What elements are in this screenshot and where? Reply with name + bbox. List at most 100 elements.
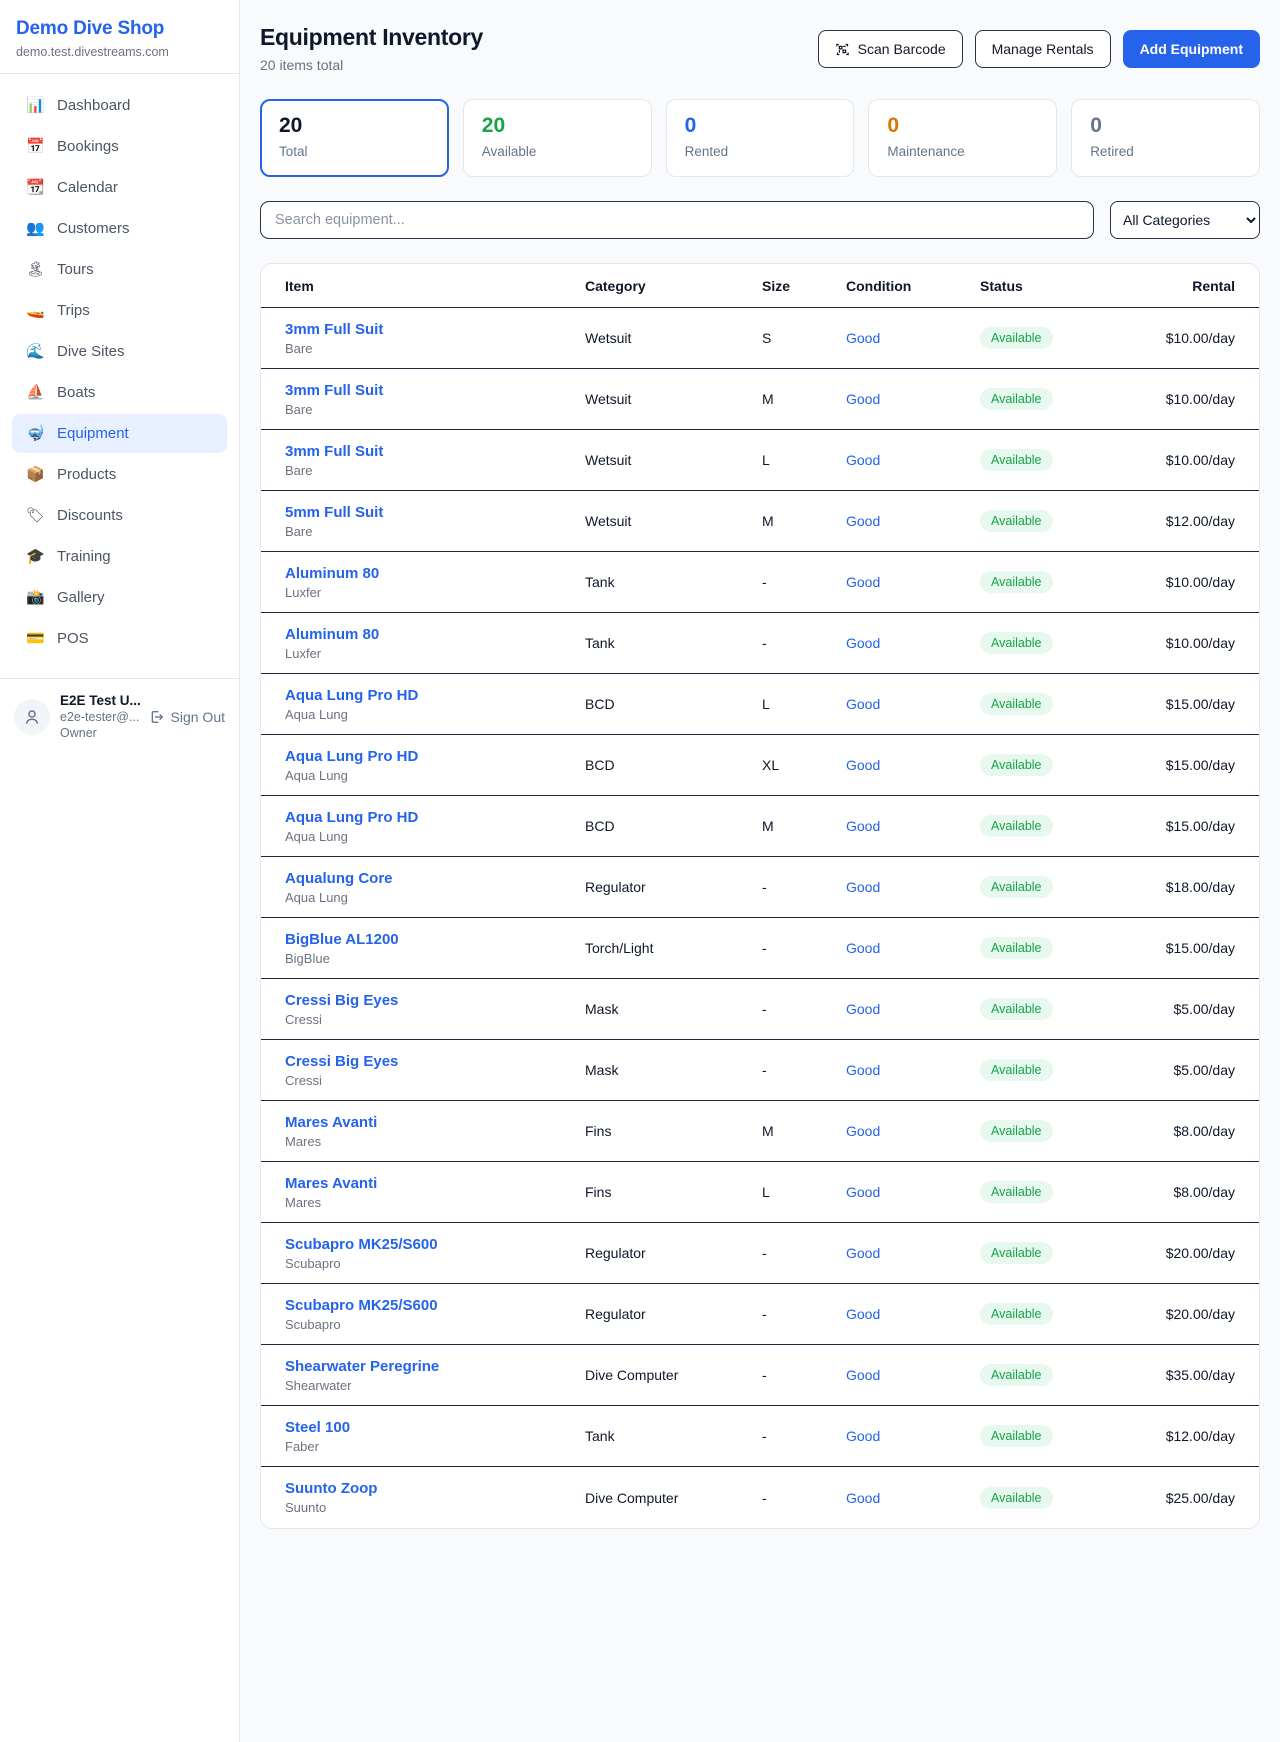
condition-link[interactable]: Good: [846, 1184, 880, 1200]
condition-link[interactable]: Good: [846, 879, 880, 895]
item-link[interactable]: Shearwater Peregrine: [285, 1358, 439, 1375]
cell-status: Available: [980, 693, 1140, 715]
table-row: Scubapro MK25/S600ScubaproRegulator-Good…: [261, 1284, 1259, 1345]
condition-link[interactable]: Good: [846, 452, 880, 468]
sidebar-item-pos[interactable]: 💳POS: [12, 619, 227, 658]
item-link[interactable]: 5mm Full Suit: [285, 504, 383, 521]
scan-barcode-button[interactable]: Scan Barcode: [818, 30, 963, 68]
condition-link[interactable]: Good: [846, 1123, 880, 1139]
item-link[interactable]: Aluminum 80: [285, 565, 379, 582]
sidebar-item-calendar[interactable]: 📆Calendar: [12, 168, 227, 207]
manage-rentals-button[interactable]: Manage Rentals: [975, 30, 1111, 68]
condition-link[interactable]: Good: [846, 513, 880, 529]
sidebar-item-discounts[interactable]: 🏷Discounts: [12, 496, 227, 535]
user-name: E2E Test U...: [60, 693, 139, 708]
sidebar-item-boats[interactable]: ⛵Boats: [12, 373, 227, 412]
stat-card-total[interactable]: 20Total: [260, 99, 449, 177]
stat-value: 20: [482, 114, 633, 138]
condition-link[interactable]: Good: [846, 696, 880, 712]
condition-link[interactable]: Good: [846, 818, 880, 834]
bookings-icon: 📅: [26, 139, 44, 154]
condition-link[interactable]: Good: [846, 757, 880, 773]
item-link[interactable]: Suunto Zoop: [285, 1480, 377, 1497]
page-title: Equipment Inventory: [260, 24, 483, 51]
item-link[interactable]: Aqua Lung Pro HD: [285, 687, 418, 704]
item-link[interactable]: Mares Avanti: [285, 1114, 377, 1131]
condition-link[interactable]: Good: [846, 1306, 880, 1322]
condition-link[interactable]: Good: [846, 1062, 880, 1078]
stat-card-maintenance[interactable]: 0Maintenance: [868, 99, 1057, 177]
item-link[interactable]: Aqualung Core: [285, 870, 393, 887]
sidebar-item-products[interactable]: 📦Products: [12, 455, 227, 494]
search-input[interactable]: [260, 201, 1094, 239]
category-select[interactable]: All Categories: [1110, 201, 1260, 239]
sidebar-item-gallery[interactable]: 📸Gallery: [12, 578, 227, 617]
condition-link[interactable]: Good: [846, 1001, 880, 1017]
user-block: E2E Test U... e2e-tester@... Owner Sign …: [0, 678, 239, 754]
training-icon: 🎓: [26, 549, 44, 564]
cell-category: BCD: [585, 757, 762, 773]
condition-link[interactable]: Good: [846, 940, 880, 956]
cell-condition: Good: [846, 513, 980, 529]
cell-condition: Good: [846, 452, 980, 468]
cell-status: Available: [980, 876, 1140, 898]
item-link[interactable]: Aqua Lung Pro HD: [285, 809, 418, 826]
condition-link[interactable]: Good: [846, 1428, 880, 1444]
sidebar-item-training[interactable]: 🎓Training: [12, 537, 227, 576]
cell-item: Aqualung Core Aqua Lung: [285, 870, 585, 905]
condition-link[interactable]: Good: [846, 391, 880, 407]
item-brand: Luxfer: [285, 646, 585, 661]
item-link[interactable]: Steel 100: [285, 1419, 350, 1436]
cell-item: Aqua Lung Pro HD Aqua Lung: [285, 748, 585, 783]
sidebar-item-bookings[interactable]: 📅Bookings: [12, 127, 227, 166]
condition-link[interactable]: Good: [846, 635, 880, 651]
column-header-size: Size: [762, 278, 846, 294]
sidebar-item-dive-sites[interactable]: 🌊Dive Sites: [12, 332, 227, 371]
item-link[interactable]: 3mm Full Suit: [285, 443, 383, 460]
sign-out-label: Sign Out: [171, 709, 225, 725]
table-row: Cressi Big EyesCressiMask-GoodAvailable$…: [261, 1040, 1259, 1101]
item-brand: Aqua Lung: [285, 890, 585, 905]
stat-card-retired[interactable]: 0Retired: [1071, 99, 1260, 177]
sidebar-item-equipment[interactable]: 🤿Equipment: [12, 414, 227, 453]
item-link[interactable]: Scubapro MK25/S600: [285, 1297, 438, 1314]
status-badge: Available: [980, 1425, 1053, 1447]
sidebar-item-tours[interactable]: 🏝Tours: [12, 250, 227, 289]
cell-category: Mask: [585, 1062, 762, 1078]
sidebar-item-dashboard[interactable]: 📊Dashboard: [12, 86, 227, 125]
item-link[interactable]: BigBlue AL1200: [285, 931, 399, 948]
condition-link[interactable]: Good: [846, 574, 880, 590]
brand-domain: demo.test.divestreams.com: [16, 45, 223, 59]
item-link[interactable]: Mares Avanti: [285, 1175, 377, 1192]
sign-out-button[interactable]: Sign Out: [149, 709, 225, 725]
condition-link[interactable]: Good: [846, 1490, 880, 1506]
brand-title[interactable]: Demo Dive Shop: [16, 18, 223, 40]
condition-link[interactable]: Good: [846, 1367, 880, 1383]
table-row: 3mm Full SuitBareWetsuitLGoodAvailable$1…: [261, 430, 1259, 491]
item-link[interactable]: Aluminum 80: [285, 626, 379, 643]
cell-category: Wetsuit: [585, 330, 762, 346]
stat-card-rented[interactable]: 0Rented: [666, 99, 855, 177]
item-link[interactable]: Aqua Lung Pro HD: [285, 748, 418, 765]
condition-link[interactable]: Good: [846, 1245, 880, 1261]
item-link[interactable]: Scubapro MK25/S600: [285, 1236, 438, 1253]
cell-category: Wetsuit: [585, 513, 762, 529]
stat-value: 0: [685, 114, 836, 138]
sidebar-item-label: Trips: [57, 302, 90, 319]
condition-link[interactable]: Good: [846, 330, 880, 346]
item-link[interactable]: 3mm Full Suit: [285, 321, 383, 338]
item-brand: Aqua Lung: [285, 768, 585, 783]
item-link[interactable]: Cressi Big Eyes: [285, 992, 398, 1009]
cell-rental: $10.00/day: [1166, 391, 1235, 407]
stat-card-available[interactable]: 20Available: [463, 99, 652, 177]
equipment-icon: 🤿: [26, 426, 44, 441]
add-equipment-button[interactable]: Add Equipment: [1123, 30, 1260, 68]
sidebar-item-customers[interactable]: 👥Customers: [12, 209, 227, 248]
cell-category: Mask: [585, 1001, 762, 1017]
cell-rental: $35.00/day: [1166, 1367, 1235, 1383]
item-link[interactable]: Cressi Big Eyes: [285, 1053, 398, 1070]
sidebar-item-label: Dive Sites: [57, 343, 125, 360]
sidebar-item-trips[interactable]: 🚤Trips: [12, 291, 227, 330]
column-header-condition: Condition: [846, 278, 980, 294]
item-link[interactable]: 3mm Full Suit: [285, 382, 383, 399]
